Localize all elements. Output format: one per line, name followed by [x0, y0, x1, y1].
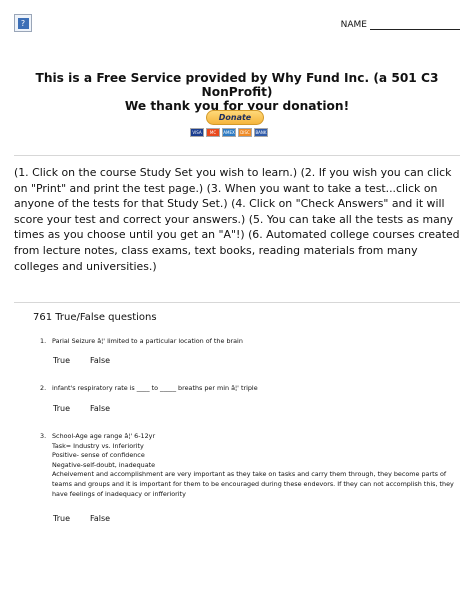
instructions-text: (1. Click on the course Study Set you wi…: [14, 166, 460, 273]
question-text: Positive- sense of confidence: [52, 451, 145, 460]
question-text: School-Age age range â¦' 6-12yr: [52, 432, 156, 440]
false-option[interactable]: False: [90, 514, 110, 523]
logo-glyph: ?: [17, 17, 29, 29]
question-item: 1. Parial Seizure â¦' limited to a parti…: [40, 337, 460, 347]
mastercard-icon: MC: [206, 128, 220, 137]
true-option[interactable]: True: [53, 356, 70, 365]
answer-options: True False: [53, 404, 110, 413]
amex-card-icon: AMEX: [222, 128, 236, 137]
false-option[interactable]: False: [90, 356, 110, 365]
banner-headline: This is a Free Service provided by Why F…: [0, 71, 474, 113]
bank-card-icon: BANK: [254, 128, 268, 137]
question-number: 1.: [40, 337, 47, 345]
logo-icon: ?: [14, 14, 32, 32]
question-text: Negative-self-doubt, inadequate: [52, 460, 156, 469]
question-text: Acheivement and accomplishment are very …: [52, 470, 454, 498]
name-blank-line[interactable]: [370, 21, 460, 30]
question-text: Parial Seizure â¦' limited to a particul…: [52, 337, 243, 345]
question-item: 2. infant's respiratory rate is ____ to …: [40, 384, 460, 394]
true-option[interactable]: True: [53, 514, 70, 523]
donate-button[interactable]: Donate: [206, 110, 264, 125]
question-count: 761 True/False questions: [33, 312, 157, 323]
question-text: Task= Industry vs. Inferiority: [52, 441, 144, 450]
payment-cards: VISA MC AMEX DISC BANK: [190, 128, 268, 137]
false-option[interactable]: False: [90, 404, 110, 413]
question-number: 3.: [40, 432, 47, 440]
name-label: NAME: [340, 20, 367, 30]
true-option[interactable]: True: [53, 404, 70, 413]
question-item: 3. School-Age age range â¦' 6-12yr Task=…: [40, 432, 460, 499]
question-text: infant's respiratory rate is ____ to ___…: [52, 384, 258, 392]
banner-line-1: This is a Free Service provided by Why F…: [35, 71, 439, 99]
visa-card-icon: VISA: [190, 128, 204, 137]
name-field: NAME: [341, 20, 460, 30]
answer-options: True False: [53, 514, 110, 523]
question-number: 2.: [40, 384, 47, 392]
answer-options: True False: [53, 356, 110, 365]
divider: [14, 302, 460, 303]
divider: [14, 155, 460, 156]
discover-card-icon: DISC: [238, 128, 252, 137]
